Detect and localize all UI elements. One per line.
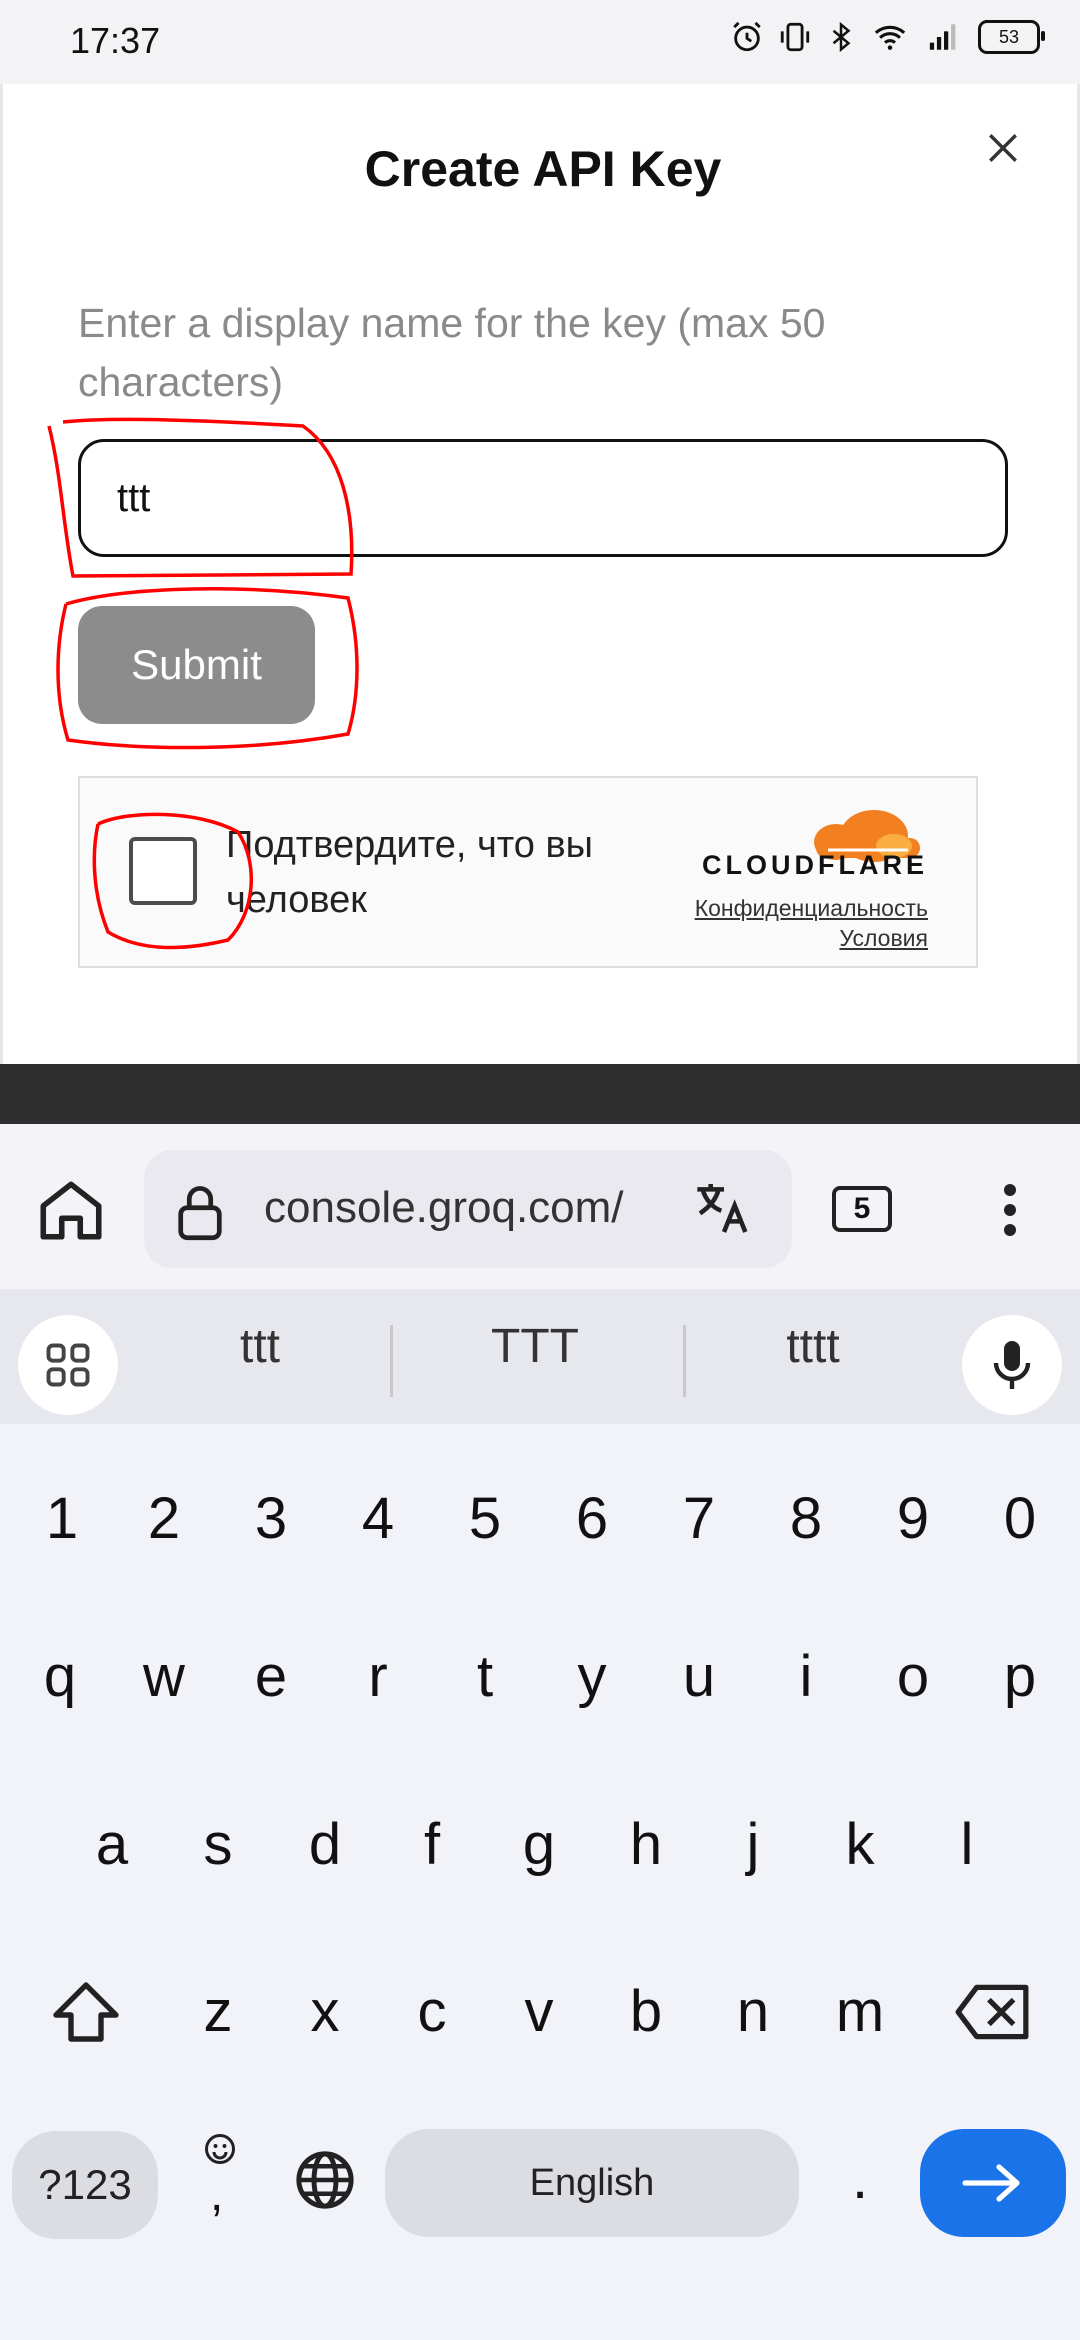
captcha-label: Подтвердите, что вы человек [226,824,593,921]
key-a[interactable]: a [62,1800,162,1890]
backspace-icon [955,1984,1029,2040]
globe-icon [296,2151,354,2209]
dialog-title: Create API Key [364,141,722,197]
browser-toolbar: console.groq.com/ 5 [0,1124,1080,1289]
key-o[interactable]: o [863,1632,963,1722]
terms-link[interactable]: Условия [839,925,928,952]
shift-icon [53,1982,119,2042]
comma-label: , [210,2168,224,2221]
key-e[interactable]: e [221,1632,321,1722]
key-name-value: ttt [117,475,151,520]
battery-level: 53 [998,26,1020,47]
human-verify-checkbox[interactable] [129,837,197,905]
key-d[interactable]: d [275,1800,375,1890]
home-button[interactable] [34,1172,108,1246]
key-k[interactable]: k [810,1800,910,1890]
more-options-icon[interactable] [990,1180,1030,1240]
key-z[interactable]: z [168,1967,268,2057]
signal-icon [929,24,956,50]
key-name-prompt: Enter a display name for the key (max 50… [78,300,826,405]
key-9[interactable]: 9 [863,1474,963,1564]
submit-button[interactable]: Submit [78,606,315,724]
bluetooth-icon [832,21,851,53]
emoji-icon [205,2134,235,2164]
key-y[interactable]: y [542,1632,642,1722]
key-i[interactable]: i [756,1632,856,1722]
language-key[interactable] [292,2147,358,2213]
keyboard-menu-button[interactable] [18,1315,118,1415]
status-time: 17:37 [70,20,161,61]
key-w[interactable]: w [114,1632,214,1722]
shift-key[interactable] [36,1967,136,2057]
suggestion-divider [683,1325,686,1397]
key-c[interactable]: c [382,1967,482,2057]
tab-switcher-button[interactable]: 5 [832,1186,892,1232]
key-q[interactable]: q [10,1632,110,1722]
key-l[interactable]: l [917,1800,1017,1890]
alarm-icon [733,21,761,52]
key-5[interactable]: 5 [435,1474,535,1564]
suggestion-bar: ttt TTT tttt [0,1289,1080,1424]
key-2[interactable]: 2 [114,1474,214,1564]
status-icons: 53 [730,20,1045,54]
emoji-comma-key[interactable]: , [196,2129,246,2229]
wifi-icon [874,25,906,50]
key-p[interactable]: p [970,1632,1070,1722]
arrow-right-icon [962,2164,1020,2202]
suggestion-1[interactable]: ttt [140,1319,380,1374]
key-b[interactable]: b [596,1967,696,2057]
key-6[interactable]: 6 [542,1474,642,1564]
key-7[interactable]: 7 [649,1474,749,1564]
key-n[interactable]: n [703,1967,803,2057]
apps-grid-icon [46,1343,90,1387]
create-api-key-dialog: Create API Key Enter a display name for … [0,84,1080,1064]
key-x[interactable]: x [275,1967,375,2057]
close-icon [989,134,1017,162]
key-h[interactable]: h [596,1800,696,1890]
key-s[interactable]: s [168,1800,268,1890]
key-3[interactable]: 3 [221,1474,321,1564]
voice-input-button[interactable] [962,1315,1062,1415]
key-8[interactable]: 8 [756,1474,856,1564]
space-key[interactable]: English [385,2129,799,2237]
key-j[interactable]: j [703,1800,803,1890]
key-name-input[interactable]: ttt [78,439,1008,557]
mic-icon [993,1341,1031,1389]
key-f[interactable]: f [382,1800,482,1890]
status-bar: 17:37 53 [0,0,1080,84]
key-m[interactable]: m [810,1967,910,2057]
battery-icon: 53 [978,20,1045,54]
cloudflare-captcha: Подтвердите, что вы человек CLOUDFLARE К… [78,776,978,968]
close-button[interactable] [973,118,1033,178]
key-1[interactable]: 1 [12,1474,112,1564]
address-bar[interactable]: console.groq.com/ [144,1150,792,1268]
key-u[interactable]: u [649,1632,749,1722]
key-v[interactable]: v [489,1967,589,2057]
go-enter-key[interactable] [920,2129,1066,2237]
page-bottom-strip [0,1064,1080,1124]
lock-icon [178,1186,222,1241]
privacy-link[interactable]: Конфиденциальность [695,895,928,922]
suggestion-divider [390,1325,393,1397]
period-key[interactable]: . [810,2134,910,2224]
key-g[interactable]: g [489,1800,589,1890]
symbols-key[interactable]: ?123 [12,2131,158,2239]
suggestion-3[interactable]: tttt [693,1319,933,1374]
home-icon [40,1181,102,1240]
translate-icon[interactable] [692,1176,756,1240]
vibrate-icon [780,22,810,52]
key-0[interactable]: 0 [970,1474,1070,1564]
key-t[interactable]: t [435,1632,535,1722]
suggestion-2[interactable]: TTT [415,1319,655,1374]
backspace-key[interactable] [942,1967,1042,2057]
url-text: console.groq.com/ [264,1183,624,1232]
key-r[interactable]: r [328,1632,428,1722]
cloudflare-wordmark: CLOUDFLARE [702,850,928,880]
key-4[interactable]: 4 [328,1474,428,1564]
on-screen-keyboard: ttt TTT tttt 1 2 3 4 5 6 7 8 9 0 q w e r… [0,1289,1080,2340]
